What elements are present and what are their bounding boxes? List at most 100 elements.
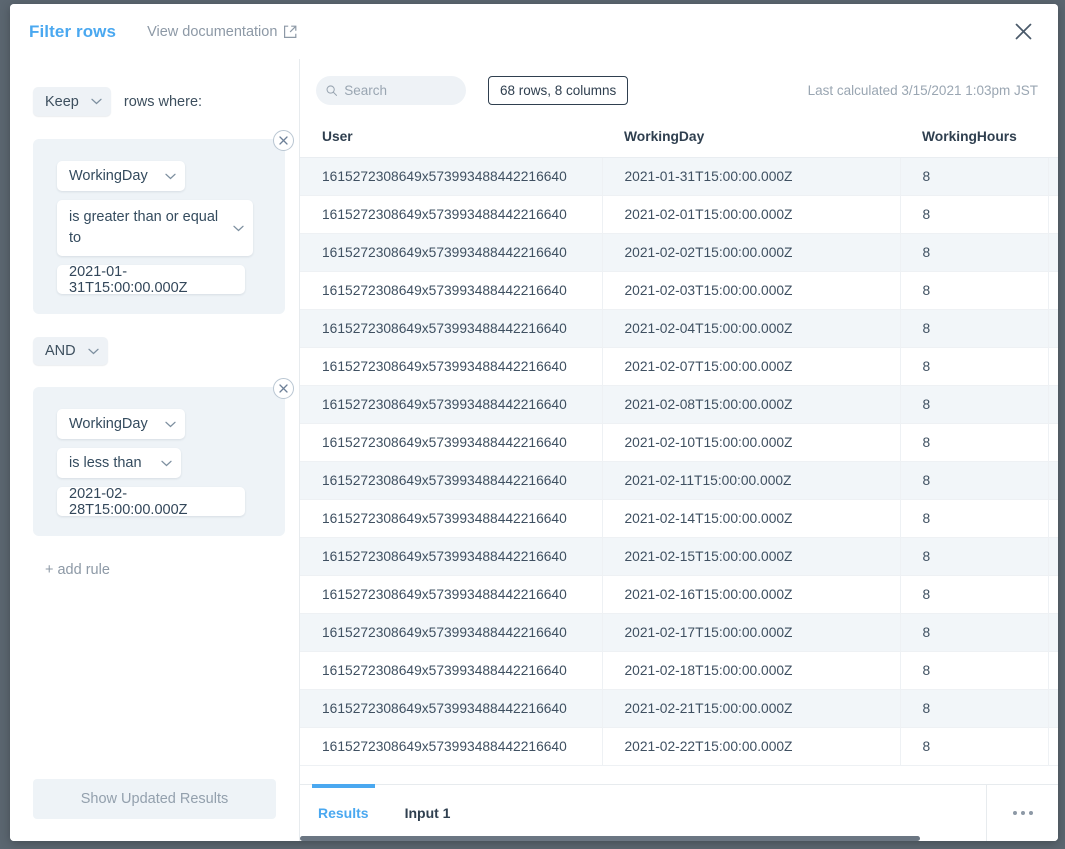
cell-overflow: c — [1048, 157, 1058, 196]
cell-user: 1615272308649x573993488442216640 — [300, 575, 603, 614]
cell-workinghours: 8 — [900, 309, 1049, 348]
cell-workingday: 2021-02-03T15:00:00.000Z — [602, 271, 901, 310]
chevron-down-icon — [161, 460, 172, 466]
table-row[interactable]: 1615272308649x573993488442216640 2021-02-… — [300, 195, 1058, 234]
results-table-scroll[interactable]: User WorkingDay WorkingHours 16152723086… — [300, 121, 1058, 784]
filter-panel-footer: Show Updated Results — [10, 779, 299, 841]
cell-overflow: s — [1048, 309, 1058, 348]
cell-overflow — [1048, 727, 1058, 766]
cell-user: 1615272308649x573993488442216640 — [300, 233, 603, 272]
remove-rule-button[interactable] — [273, 378, 294, 400]
cell-workinghours: 8 — [900, 651, 1049, 690]
table-row[interactable]: 1615272308649x573993488442216640 2021-02-… — [300, 575, 1058, 614]
table-row[interactable]: 1615272308649x573993488442216640 2021-01-… — [300, 157, 1058, 196]
tab-overflow-menu-button[interactable] — [986, 785, 1058, 841]
rule-operator-select[interactable]: is less than — [57, 448, 181, 479]
search-icon — [326, 84, 338, 96]
table-row[interactable]: 1615272308649x573993488442216640 2021-02-… — [300, 309, 1058, 348]
rule-field-value: WorkingDay — [69, 416, 148, 433]
filter-rows-dialog: Filter rows View documentation Keep rows… — [10, 4, 1058, 841]
filter-rule-card: WorkingDay is greater than or equal to 2… — [33, 130, 294, 315]
remove-rule-button[interactable] — [273, 130, 294, 151]
rule-field-select[interactable]: WorkingDay — [57, 409, 185, 440]
search-input[interactable] — [344, 82, 456, 98]
rule-value-input[interactable]: 2021-01-31T15:00:00.000Z — [57, 264, 245, 296]
add-rule-button[interactable]: + add rule — [45, 562, 299, 578]
horizontal-scrollbar-thumb[interactable] — [300, 836, 920, 841]
cell-workinghours: 8 — [900, 537, 1049, 576]
table-body: 1615272308649x573993488442216640 2021-01-… — [300, 157, 1058, 766]
results-panel: 68 rows, 8 columns Last calculated 3/15/… — [300, 59, 1058, 841]
cell-workingday: 2021-02-01T15:00:00.000Z — [602, 195, 901, 234]
column-header-workinghours[interactable]: WorkingHours — [900, 121, 1048, 158]
chevron-down-icon — [87, 348, 99, 354]
cell-workingday: 2021-02-18T15:00:00.000Z — [602, 651, 901, 690]
conjunction-select[interactable]: AND — [33, 337, 108, 366]
cell-overflow: t — [1048, 689, 1058, 728]
cell-workingday: 2021-02-21T15:00:00.000Z — [602, 689, 901, 728]
rule-operator-select[interactable]: is greater than or equal to — [57, 200, 253, 257]
row-count-badge: 68 rows, 8 columns — [488, 75, 629, 105]
cell-workingday: 2021-02-08T15:00:00.000Z — [602, 385, 901, 424]
cell-workinghours: 8 — [900, 423, 1049, 462]
table-head: User WorkingDay WorkingHours — [300, 121, 1058, 158]
table-row[interactable]: 1615272308649x573993488442216640 2021-02-… — [300, 271, 1058, 310]
keep-mode-select[interactable]: Keep — [33, 87, 111, 116]
show-updated-results-button[interactable]: Show Updated Results — [33, 779, 276, 819]
view-documentation-link[interactable]: View documentation — [147, 24, 297, 40]
cell-workingday: 2021-02-04T15:00:00.000Z — [602, 309, 901, 348]
cell-user: 1615272308649x573993488442216640 — [300, 157, 603, 196]
external-link-icon — [283, 25, 297, 39]
table-row[interactable]: 1615272308649x573993488442216640 2021-02-… — [300, 537, 1058, 576]
cell-workingday: 2021-02-16T15:00:00.000Z — [602, 575, 901, 614]
close-button[interactable] — [1010, 19, 1036, 45]
keep-suffix-label: rows where: — [123, 93, 203, 110]
table-row[interactable]: 1615272308649x573993488442216640 2021-02-… — [300, 347, 1058, 386]
last-calculated-label: Last calculated 3/15/2021 1:03pm JST — [807, 82, 1038, 98]
cell-workingday: 2021-02-02T15:00:00.000Z — [602, 233, 901, 272]
column-header-workingday[interactable]: WorkingDay — [602, 121, 900, 158]
close-icon — [1015, 23, 1031, 40]
table-row[interactable]: 1615272308649x573993488442216640 2021-02-… — [300, 461, 1058, 500]
filter-builder-panel: Keep rows where: WorkingDay is greater t… — [10, 59, 300, 841]
cell-workingday: 2021-02-17T15:00:00.000Z — [602, 613, 901, 652]
table-row[interactable]: 1615272308649x573993488442216640 2021-02-… — [300, 613, 1058, 652]
cell-workinghours: 8 — [900, 271, 1049, 310]
tab-input-1-label: Input 1 — [404, 805, 451, 821]
cell-user: 1615272308649x573993488442216640 — [300, 347, 603, 386]
table-row[interactable]: 1615272308649x573993488442216640 2021-02-… — [300, 689, 1058, 728]
cell-user: 1615272308649x573993488442216640 — [300, 385, 603, 424]
table-row[interactable]: 1615272308649x573993488442216640 2021-02-… — [300, 651, 1058, 690]
rule-field-value: WorkingDay — [69, 168, 148, 184]
rule-value-input[interactable]: 2021-02-28T15:00:00.000Z — [57, 486, 245, 518]
cell-user: 1615272308649x573993488442216640 — [300, 689, 603, 728]
results-toolbar: 68 rows, 8 columns Last calculated 3/15/… — [300, 59, 1058, 121]
table-row[interactable]: 1615272308649x573993488442216640 2021-02-… — [300, 385, 1058, 424]
cell-overflow: a — [1048, 423, 1058, 462]
cell-workinghours: 8 — [900, 157, 1049, 196]
tab-results[interactable]: Results — [300, 784, 387, 841]
cell-workinghours: 8 — [900, 347, 1049, 386]
cell-workingday: 2021-01-31T15:00:00.000Z — [602, 157, 901, 196]
rule-field-select[interactable]: WorkingDay — [57, 161, 185, 191]
search-box[interactable] — [316, 75, 466, 105]
ellipsis-icon — [1020, 811, 1025, 815]
cell-user: 1615272308649x573993488442216640 — [300, 195, 603, 234]
cell-workinghours: 8 — [900, 499, 1049, 538]
column-header-overflow[interactable] — [1048, 121, 1058, 158]
table-row[interactable]: 1615272308649x573993488442216640 2021-02-… — [300, 423, 1058, 462]
ellipsis-icon — [1028, 811, 1033, 815]
cell-workingday: 2021-02-10T15:00:00.000Z — [602, 423, 901, 462]
table-row[interactable]: 1615272308649x573993488442216640 2021-02-… — [300, 499, 1058, 538]
cell-workinghours: 8 — [900, 613, 1049, 652]
rule-operator-value: is greater than or equal to — [69, 209, 219, 247]
keep-mode-value: Keep — [45, 93, 79, 110]
cell-overflow — [1048, 271, 1058, 310]
cell-workingday: 2021-02-11T15:00:00.000Z — [602, 461, 901, 500]
table-row[interactable]: 1615272308649x573993488442216640 2021-02-… — [300, 233, 1058, 272]
horizontal-scrollbar[interactable] — [300, 836, 1058, 841]
tab-input-1[interactable]: Input 1 — [387, 785, 469, 841]
cell-workinghours: 8 — [900, 233, 1049, 272]
column-header-user[interactable]: User — [300, 121, 602, 158]
table-row[interactable]: 1615272308649x573993488442216640 2021-02-… — [300, 727, 1058, 766]
